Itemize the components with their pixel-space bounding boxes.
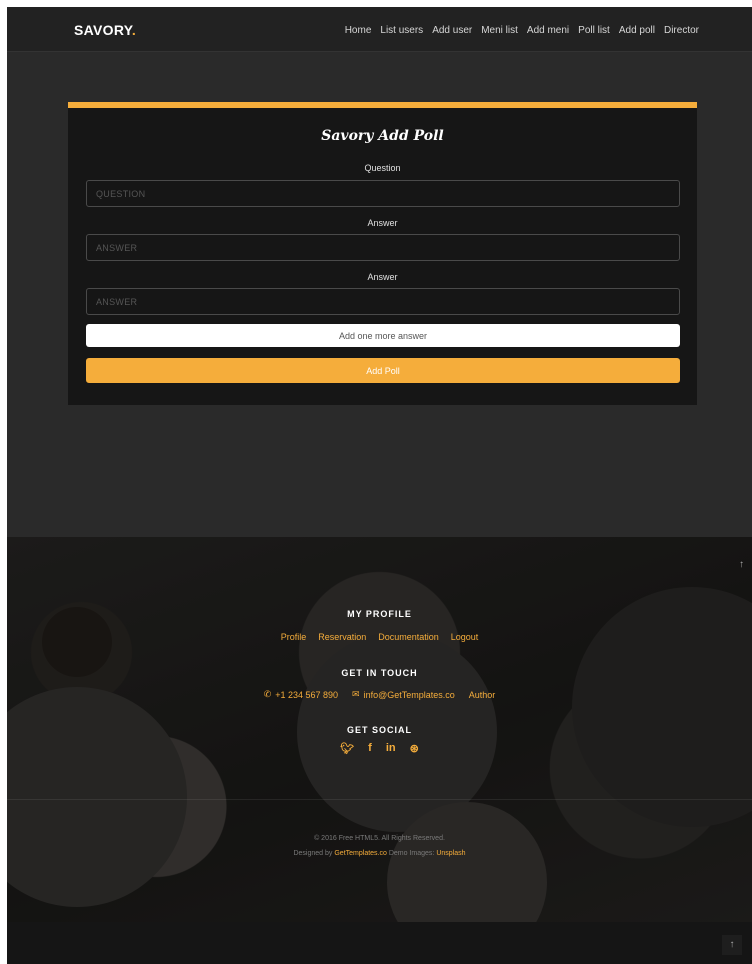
answer-1-label: Answer	[367, 218, 398, 228]
designed-by-label: Designed by	[293, 850, 333, 857]
footer-divider	[7, 799, 752, 800]
nav-add-user[interactable]: Add user	[432, 25, 472, 36]
page: SAVORY. Home List users Add user Meni li…	[7, 7, 752, 964]
answer-2-label: Answer	[367, 272, 398, 282]
unsplash-link[interactable]: Unsplash	[436, 850, 465, 857]
bottom-bar: ↑	[7, 922, 752, 964]
dribbble-icon[interactable]: ⊛	[410, 742, 419, 755]
go-to-top-button[interactable]: ↑	[722, 935, 742, 955]
phone-link[interactable]: ✆ +1 234 567 890	[264, 689, 338, 700]
twitter-icon[interactable]: 🐦︎	[340, 742, 354, 755]
email-link[interactable]: ✉ info@GetTemplates.co	[352, 689, 455, 700]
email-address: info@GetTemplates.co	[363, 689, 455, 700]
credits-text: Designed by GetTemplates.co Demo Images:…	[7, 850, 752, 857]
nav-meni-list[interactable]: Meni list	[481, 25, 518, 36]
footer: ↑ MY PROFILE Profile Reservation Documen…	[7, 537, 752, 922]
brand-name: SAVORY	[74, 22, 132, 38]
phone-icon: ✆	[263, 689, 272, 699]
footer-link-reservation[interactable]: Reservation	[318, 632, 366, 642]
question-label: Question	[364, 163, 401, 173]
nav-director[interactable]: Director	[664, 25, 699, 36]
profile-links: Profile Reservation Documentation Logout	[7, 632, 752, 642]
demo-images-label: Demo Images:	[388, 850, 435, 857]
nav-list-users[interactable]: List users	[380, 25, 423, 36]
footer-link-documentation[interactable]: Documentation	[378, 632, 439, 642]
answer-1-input[interactable]	[86, 234, 680, 261]
phone-number: +1 234 567 890	[275, 689, 339, 700]
form-title: Savory Add Poll	[321, 128, 444, 144]
profile-heading: MY PROFILE	[347, 609, 412, 619]
nav-add-meni[interactable]: Add meni	[527, 25, 569, 36]
question-input[interactable]	[86, 180, 680, 207]
answer-2-input[interactable]	[86, 288, 680, 315]
facebook-icon[interactable]: f	[368, 742, 372, 755]
linkedin-icon[interactable]: in	[386, 742, 396, 755]
footer-link-profile[interactable]: Profile	[281, 632, 307, 642]
author-link[interactable]: Author	[469, 690, 496, 700]
navbar: SAVORY. Home List users Add user Meni li…	[7, 7, 752, 52]
footer-link-logout[interactable]: Logout	[451, 632, 479, 642]
touch-heading: GET IN TOUCH	[341, 668, 418, 678]
arrow-up-icon[interactable]: ↑	[739, 559, 744, 570]
nav-home[interactable]: Home	[345, 25, 372, 36]
nav-poll-list[interactable]: Poll list	[578, 25, 610, 36]
brand-logo[interactable]: SAVORY.	[74, 22, 136, 38]
main-nav: Home List users Add user Meni list Add m…	[345, 25, 699, 36]
brand-dot: .	[131, 22, 137, 38]
add-poll-button[interactable]: Add Poll	[86, 358, 680, 383]
mail-icon: ✉	[352, 689, 360, 699]
social-icons: 🐦︎ f in ⊛	[7, 742, 752, 755]
social-heading: GET SOCIAL	[346, 725, 412, 735]
nav-add-poll[interactable]: Add poll	[619, 25, 655, 36]
designer-link[interactable]: GetTemplates.co	[334, 850, 387, 857]
add-answer-button[interactable]: Add one more answer	[86, 324, 680, 347]
add-poll-form: Savory Add Poll Question Answer Answer A…	[68, 102, 697, 405]
copyright-text: © 2016 Free HTML5. All Rights Reserved.	[314, 835, 445, 842]
contact-row: ✆ +1 234 567 890 ✉ info@GetTemplates.co …	[7, 689, 752, 700]
